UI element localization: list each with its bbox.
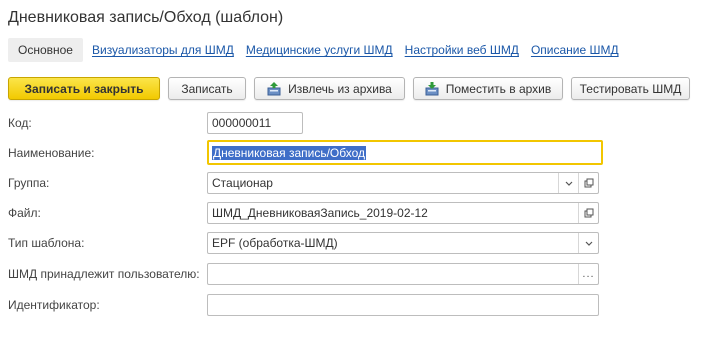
save-label: Записать: [181, 81, 233, 96]
extract-label: Извлечь из архива: [288, 81, 392, 96]
test-template-button[interactable]: Тестировать ШМД: [571, 77, 690, 100]
test-label: Тестировать ШМД: [579, 81, 682, 96]
extract-archive-icon: [267, 81, 281, 96]
owner-row: ШМД принадлежит пользователю: ...: [8, 263, 608, 285]
group-value: Стационар: [212, 176, 273, 190]
name-label: Наименование:: [8, 146, 95, 160]
tab-description[interactable]: Описание ШМД: [531, 43, 619, 57]
code-row: Код: 000000011: [8, 112, 608, 134]
move-to-archive-icon: [425, 81, 439, 96]
file-open-button[interactable]: [578, 203, 598, 223]
file-field[interactable]: ШМД_ДневниковаяЗапись_2019-02-12: [207, 202, 599, 224]
template-type-dropdown-button[interactable]: [578, 233, 598, 253]
tab-main[interactable]: Основное: [8, 38, 83, 62]
template-type-label: Тип шаблона:: [8, 236, 85, 250]
name-value: Дневниковая запись/Обход: [212, 145, 366, 160]
move-to-archive-button[interactable]: Поместить в архив: [413, 77, 563, 100]
save-and-close-button[interactable]: Записать и закрыть: [8, 77, 160, 100]
identifier-field[interactable]: [207, 294, 599, 316]
code-label: Код:: [8, 116, 32, 130]
owner-select-button[interactable]: ...: [578, 264, 598, 284]
group-row: Группа: Стационар: [8, 172, 608, 194]
save-button[interactable]: Записать: [168, 77, 246, 100]
tab-medical-services[interactable]: Медицинские услуги ШМД: [246, 43, 393, 57]
save-and-close-label: Записать и закрыть: [24, 81, 144, 96]
open-icon: [584, 178, 593, 188]
name-row: Наименование: Дневниковая запись/Обход: [8, 140, 608, 165]
identifier-label: Идентификатор:: [8, 298, 100, 312]
tab-visualizers[interactable]: Визуализаторы для ШМД: [92, 43, 234, 57]
extract-from-archive-button[interactable]: Извлечь из архива: [254, 77, 405, 100]
chevron-down-icon: [585, 241, 592, 246]
template-type-value: EPF (обработка-ШМД): [212, 236, 338, 250]
owner-label: ШМД принадлежит пользователю:: [8, 267, 200, 281]
group-label: Группа:: [8, 176, 50, 190]
template-type-field[interactable]: EPF (обработка-ШМД): [207, 232, 599, 254]
group-open-button[interactable]: [578, 173, 598, 193]
file-row: Файл: ШМД_ДневниковаяЗапись_2019-02-12: [8, 202, 608, 224]
group-dropdown-button[interactable]: [558, 173, 578, 193]
archive-label: Поместить в архив: [445, 81, 552, 96]
owner-field[interactable]: ...: [207, 263, 599, 285]
ellipsis-icon: ...: [582, 268, 595, 280]
template-type-row: Тип шаблона: EPF (обработка-ШМД): [8, 232, 608, 254]
identifier-row: Идентификатор:: [8, 294, 608, 316]
group-field[interactable]: Стационар: [207, 172, 599, 194]
tab-web-settings[interactable]: Настройки веб ШМД: [405, 43, 519, 57]
code-field[interactable]: 000000011: [207, 112, 303, 134]
toolbar: Записать и закрыть Записать Извлечь из а…: [8, 77, 690, 101]
code-value: 000000011: [212, 116, 272, 130]
open-icon: [584, 208, 593, 218]
page-title: Дневниковая запись/Обход (шаблон): [8, 9, 284, 26]
name-field[interactable]: Дневниковая запись/Обход: [207, 140, 603, 165]
chevron-down-icon: [565, 181, 572, 186]
tab-bar: Основное Визуализаторы для ШМД Медицинск…: [8, 38, 631, 62]
file-value: ШМД_ДневниковаяЗапись_2019-02-12: [212, 206, 428, 220]
file-label: Файл:: [8, 206, 41, 220]
